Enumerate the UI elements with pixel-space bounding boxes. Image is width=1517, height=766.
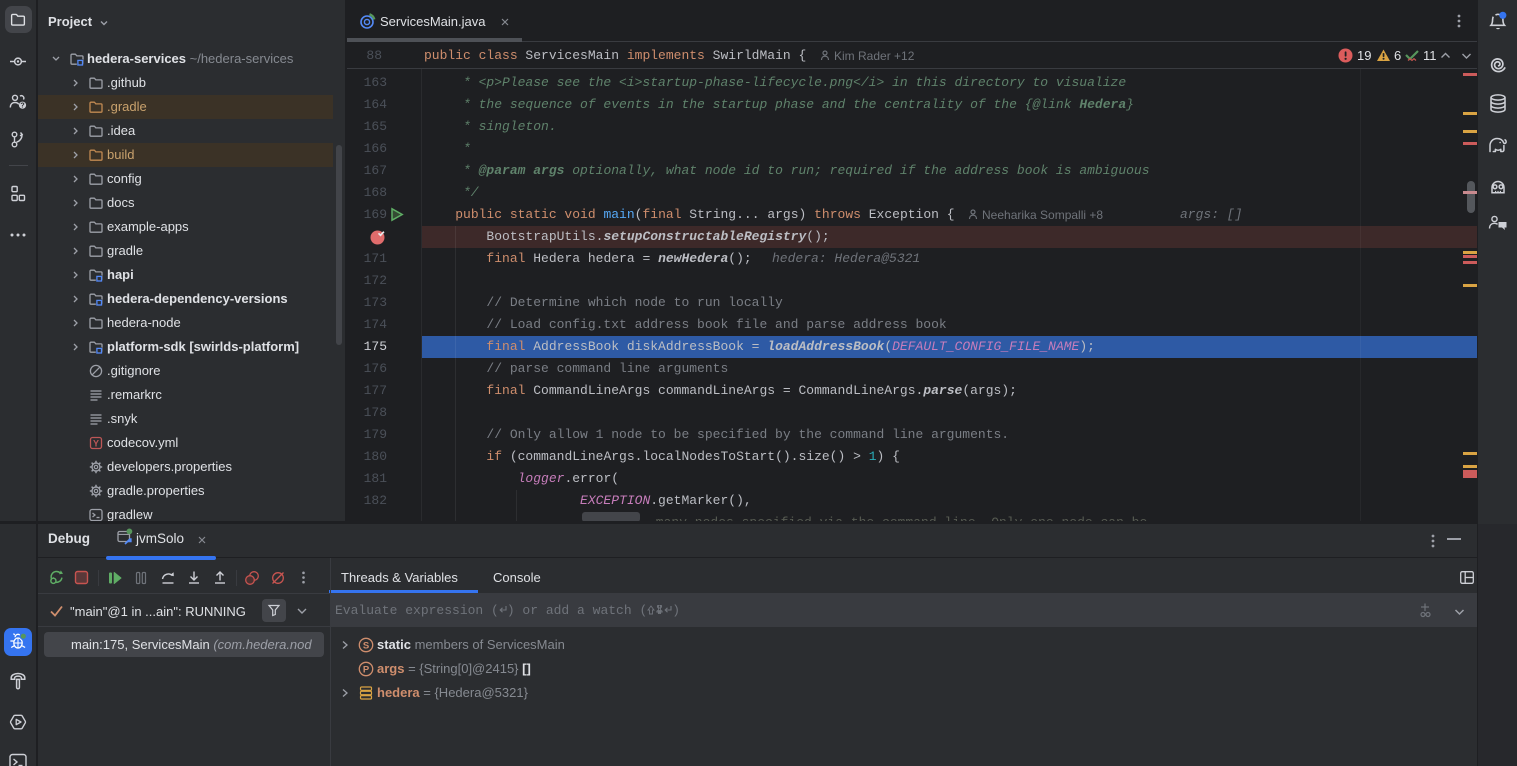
svg-text:Y: Y	[93, 439, 99, 449]
svg-text:P: P	[363, 664, 370, 675]
svg-text:S: S	[363, 640, 369, 651]
svg-text:?: ?	[20, 103, 24, 110]
